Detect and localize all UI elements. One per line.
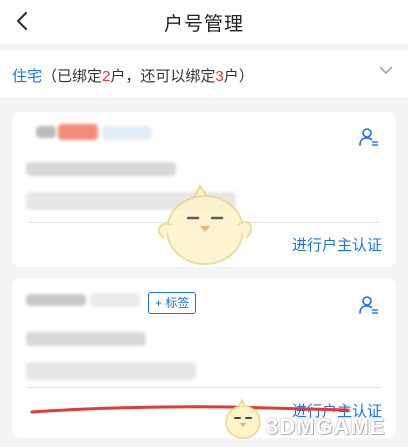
watermark-text: 3DMGAME xyxy=(266,414,386,439)
masked-name xyxy=(90,293,140,307)
bound-suffix: 户） xyxy=(223,68,254,85)
card-divider xyxy=(28,387,380,388)
bound-mid: 户，还可以绑定 xyxy=(110,68,216,85)
residence-section-header[interactable]: 住宅（已绑定2户，还可以绑定3户） xyxy=(0,51,408,97)
user-settings-icon[interactable] xyxy=(358,126,380,148)
mascot-watermark-icon xyxy=(157,184,253,265)
masked-address xyxy=(26,332,146,346)
masked-name xyxy=(36,126,56,138)
masked-address xyxy=(26,162,176,176)
remaining-count: 3 xyxy=(215,68,224,85)
chevron-down-icon[interactable] xyxy=(378,62,394,78)
masked-name xyxy=(58,124,98,140)
add-tag-button[interactable]: + 标签 xyxy=(148,292,197,314)
bound-prefix: （已绑定 xyxy=(42,68,103,85)
page-title: 户号管理 xyxy=(163,14,244,35)
section-label: 住宅（已绑定2户，还可以绑定3户） xyxy=(12,65,254,86)
masked-address xyxy=(26,362,196,380)
app-header: 户号管理 xyxy=(0,0,408,44)
masked-name xyxy=(26,294,86,306)
owner-certify-link[interactable]: 进行户主认证 xyxy=(292,234,382,255)
residence-label: 住宅 xyxy=(12,68,43,85)
masked-name xyxy=(102,126,152,140)
user-settings-icon[interactable] xyxy=(358,294,380,316)
mascot-watermark-icon xyxy=(225,398,261,439)
